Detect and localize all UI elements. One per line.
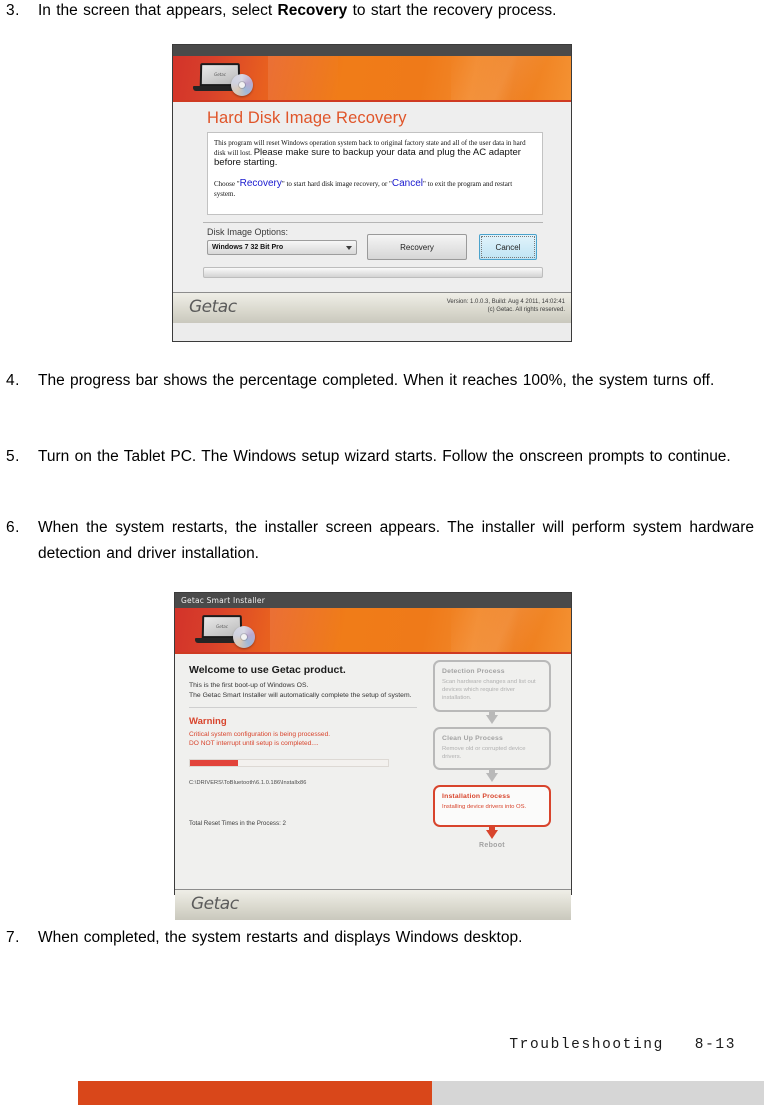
banner-sheen-right [451, 56, 571, 100]
recovery-copyright-line: (c) Getac. All rights reserved. [487, 307, 565, 313]
page-footer-text: Troubleshooting 8-13 [509, 1037, 736, 1053]
recovery-paragraph-1: This program will reset Windows operatio… [214, 138, 534, 168]
installer-warning-text: Critical system configuration is being p… [189, 730, 417, 748]
recovery-bottom-spacer [173, 278, 571, 292]
step-3: 3. In the screen that appears, select Re… [6, 0, 754, 24]
process-box-installation-desc: Installing device drivers into OS. [442, 804, 527, 811]
installer-body: Welcome to use Getac product. This is th… [175, 654, 571, 889]
installer-process-flow: Detection Process Scan hardware changes … [433, 660, 551, 849]
installer-banner-sheen-left [270, 608, 340, 652]
installer-current-path: C:\DRIVERS\ToBluetooth\6.1.0.186\Install… [189, 780, 307, 786]
installer-window-title: Getac Smart Installer [181, 596, 266, 605]
process-box-installation-title: Installation Process [442, 793, 511, 801]
installer-banner: Getac [175, 608, 571, 654]
step-6-text: When the system restarts, the installer … [38, 519, 754, 562]
installer-warning-line-2: DO NOT interrupt until setup is complete… [189, 740, 319, 747]
step-6: 6. When the system restarts, the install… [6, 515, 754, 567]
laptop-disc-icon: Getac [193, 63, 259, 96]
cd-disc-icon [231, 74, 253, 96]
arrow-down-icon-2 [433, 770, 551, 785]
installer-reset-times: Total Reset Times in the Process: 2 [189, 820, 286, 827]
recovery-body: Hard Disk Image Recovery This program wi… [173, 102, 571, 292]
arrow-down-icon-1 [433, 711, 551, 727]
footer-bar-grey [432, 1081, 764, 1105]
installer-subtext: This is the first boot-up of Windows OS.… [189, 681, 417, 700]
recovery-progress-bar [203, 267, 543, 278]
step-3-bold-recovery: Recovery [277, 2, 348, 19]
disk-image-options-select[interactable]: Windows 7 32 Bit Pro [207, 240, 357, 255]
step-3-text: In the screen that appears, select Recov… [38, 0, 754, 24]
installer-subtext-line-1: This is the first boot-up of Windows OS. [189, 682, 309, 689]
recovery-paragraph-2: Choose "Recovery" to start hard disk ima… [214, 179, 534, 199]
process-box-cleanup-desc: Remove old or corrupted device drivers. [442, 745, 526, 760]
step-5-text: Turn on the Tablet PC. The Windows setup… [38, 448, 731, 465]
installer-laptop-disc-icon: Getac [195, 615, 261, 648]
step-4: 4. The progress bar shows the percentage… [6, 368, 754, 394]
process-box-cleanup: Clean Up Process Remove old or corrupted… [433, 726, 551, 771]
installer-warning-line-1: Critical system configuration is being p… [189, 731, 331, 738]
step-3-number: 3. [6, 2, 20, 19]
recovery-paragraph-2-c: " to start hard disk image recovery, or … [281, 180, 392, 188]
footer-bar-orange [78, 1081, 432, 1105]
step-5-number: 5. [6, 448, 20, 465]
recovery-options-row: Disk Image Options: Windows 7 32 Bit Pro… [207, 223, 543, 263]
process-box-detection-title: Detection Process [442, 668, 505, 675]
installer-subtext-line-2: The Getac Smart Installer will automatic… [189, 691, 412, 699]
installer-progress-fill [190, 760, 238, 766]
process-box-installation: Installation Process Installing device d… [433, 785, 551, 828]
recovery-paragraph-1-large: Please make sure to backup your data and… [214, 147, 521, 168]
recovery-footer-bar: Getac Version: 1.0.0.3, Build: Aug 4 201… [173, 292, 571, 323]
banner-sheen-left [268, 56, 338, 100]
cancel-button[interactable]: Cancel [479, 234, 537, 260]
installer-cd-disc-icon [233, 626, 255, 648]
step-7-number: 7. [6, 929, 20, 946]
recovery-paragraph-2-a: Choose " [214, 180, 240, 188]
installer-progress-bar [189, 759, 389, 767]
step-5: 5. Turn on the Tablet PC. The Windows se… [6, 444, 754, 470]
recovery-description-box: This program will reset Windows operatio… [207, 132, 543, 215]
process-box-detection: Detection Process Scan hardware changes … [433, 660, 551, 712]
installer-getac-logo: Getac [191, 894, 239, 914]
footer-decorative-bar [78, 1081, 764, 1105]
installer-footer-bar: Getac [175, 889, 571, 920]
recovery-page-title: Hard Disk Image Recovery [207, 109, 407, 127]
recovery-version-text: Version: 1.0.0.3, Build: Aug 4 2011, 14:… [447, 298, 565, 314]
recovery-window-titlebar [173, 45, 571, 56]
figure-installer-screenshot: Getac Smart Installer Getac Welcome to u… [174, 592, 572, 920]
step-6-number: 6. [6, 519, 20, 536]
installer-left-column: Welcome to use Getac product. This is th… [189, 664, 417, 827]
getac-logo: Getac [189, 297, 237, 317]
disk-image-options-value: Windows 7 32 Bit Pro [212, 244, 284, 251]
recovery-button[interactable]: Recovery [367, 234, 467, 260]
recovery-paragraph-2-cancel: Cancel [391, 178, 424, 189]
installer-welcome-heading: Welcome to use Getac product. [189, 664, 346, 676]
process-reboot-label: Reboot [479, 842, 505, 850]
installer-window-titlebar: Getac Smart Installer [175, 593, 571, 608]
chevron-down-icon [346, 246, 352, 250]
step-7-text: When completed, the system restarts and … [38, 929, 523, 946]
step-7: 7. When completed, the system restarts a… [6, 925, 754, 951]
process-box-cleanup-title: Clean Up Process [442, 734, 503, 742]
process-box-detection-desc: Scan hardware changes and list out devic… [442, 679, 536, 702]
arrow-down-icon-3 [433, 827, 551, 842]
step-4-number: 4. [6, 372, 20, 389]
recovery-banner: Getac [173, 56, 571, 102]
installer-banner-sheen-right [451, 608, 571, 652]
recovery-version-line-1: Version: 1.0.0.3, Build: Aug 4 2011, 14:… [446, 299, 565, 305]
step-3-text-pre: In the screen that appears, select [38, 2, 278, 19]
step-3-text-post: to start the recovery process. [347, 2, 557, 19]
installer-laptop-screen-logo: Getac [216, 624, 228, 630]
installer-divider [189, 707, 417, 708]
step-4-text: The progress bar shows the percentage co… [38, 372, 715, 389]
figure-recovery-screenshot: Getac Hard Disk Image Recovery This prog… [172, 44, 572, 342]
recovery-paragraph-2-recovery: Recovery [239, 178, 282, 189]
laptop-screen-logo: Getac [214, 72, 226, 78]
installer-warning-heading: Warning [189, 716, 227, 727]
